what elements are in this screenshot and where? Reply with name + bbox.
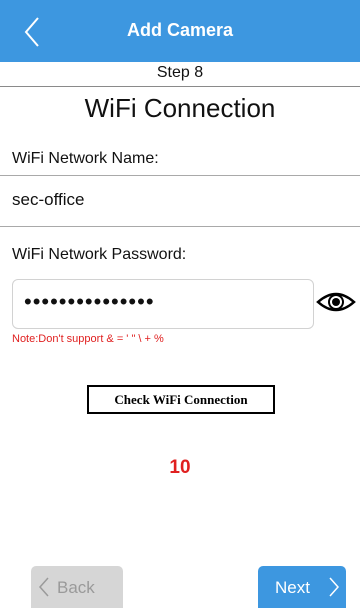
chevron-left-icon (38, 577, 49, 597)
password-note: Note:Don't support & = ' " \ + % (12, 333, 164, 345)
add-camera-screen: Add Camera Step 8 WiFi Connection WiFi N… (0, 0, 360, 608)
back-button-label: Back (57, 578, 95, 597)
ssid-label: WiFi Network Name: (12, 150, 159, 167)
app-header: Add Camera (0, 0, 360, 62)
check-wifi-button[interactable]: Check WiFi Connection (87, 385, 275, 414)
page-title: WiFi Connection (84, 93, 276, 123)
ssid-value: sec-office (12, 190, 85, 209)
password-value: ••••••••••••••• (24, 289, 155, 314)
countdown-timer: 10 (169, 457, 191, 478)
step-indicator: Step 8 (156, 64, 204, 81)
next-button[interactable]: Next (258, 566, 346, 608)
chevron-right-icon (329, 577, 340, 597)
header-title: Add Camera (126, 20, 234, 40)
password-label: WiFi Network Password: (12, 246, 187, 263)
eye-icon[interactable] (316, 286, 356, 318)
back-button[interactable]: Back (31, 566, 123, 608)
next-button-label: Next (275, 578, 310, 597)
divider (0, 86, 360, 87)
